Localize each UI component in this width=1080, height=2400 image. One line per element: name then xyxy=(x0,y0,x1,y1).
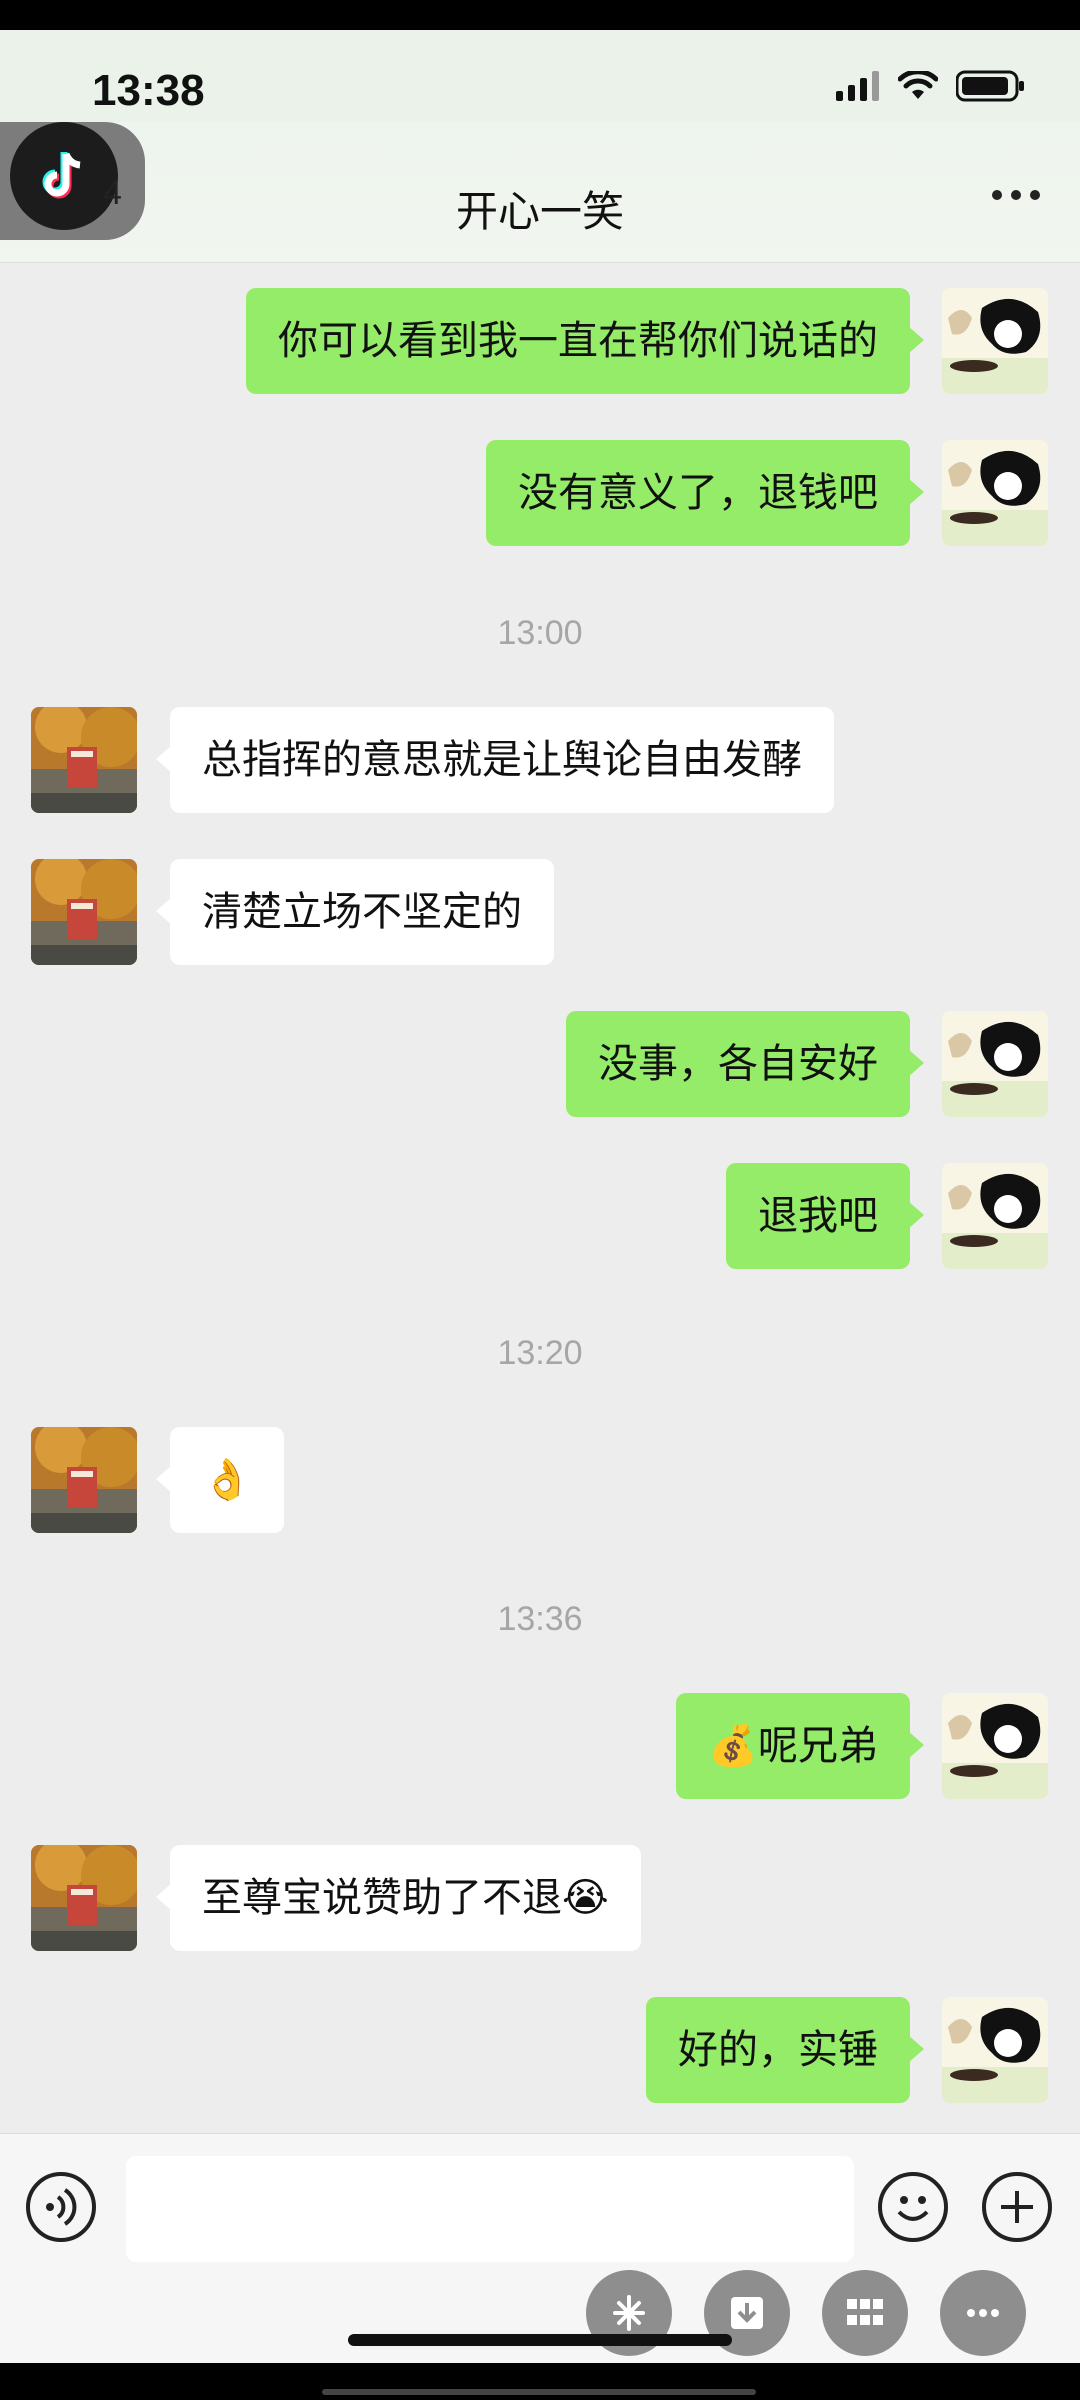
my-avatar[interactable] xyxy=(942,1693,1048,1799)
message-bubble-other[interactable]: 👌 xyxy=(156,1427,284,1533)
gesture-bar xyxy=(322,2389,756,2395)
input-bar xyxy=(0,2133,1080,2364)
message-input[interactable] xyxy=(126,2156,854,2262)
download-icon xyxy=(731,2297,763,2329)
message-bubble-mine[interactable]: 没有意义了，退钱吧 xyxy=(486,440,924,546)
grid-icon xyxy=(847,2299,883,2325)
my-avatar[interactable] xyxy=(942,1011,1048,1117)
chat-header: 4 开心一笑 xyxy=(0,122,1080,263)
message-bubble-other[interactable]: 总指挥的意思就是让舆论自由发酵 xyxy=(156,707,834,813)
message-bubble-mine[interactable]: 退我吧 xyxy=(726,1163,924,1269)
contact-avatar[interactable] xyxy=(31,707,137,813)
contact-avatar[interactable] xyxy=(31,859,137,965)
voice-input-button[interactable] xyxy=(26,2172,96,2242)
more-options-button[interactable] xyxy=(992,190,1040,200)
my-avatar[interactable] xyxy=(942,288,1048,394)
status-icons xyxy=(836,70,1026,102)
contact-avatar[interactable] xyxy=(31,1427,137,1533)
smiley-icon xyxy=(897,2196,929,2221)
message-bubble-other[interactable]: 至尊宝说赞助了不退😭 xyxy=(156,1845,641,1951)
my-avatar[interactable] xyxy=(942,1163,1048,1269)
message-bubble-mine[interactable]: 💰呢兄弟 xyxy=(676,1693,924,1799)
message-bubble-mine[interactable]: 没事，各自安好 xyxy=(566,1011,924,1117)
my-avatar[interactable] xyxy=(942,1997,1048,2103)
message-bubble-other[interactable]: 清楚立场不坚定的 xyxy=(156,859,554,965)
message-timestamp: 13:20 xyxy=(497,1334,583,1372)
floating-button-grid[interactable] xyxy=(822,2270,908,2356)
voice-icon xyxy=(46,2188,77,2226)
message-timestamp: 13:36 xyxy=(497,1600,583,1638)
dot-icon xyxy=(992,190,1002,200)
battery-icon xyxy=(956,70,1024,102)
more-actions-button[interactable] xyxy=(982,2172,1052,2242)
signal-icon xyxy=(836,71,879,101)
emoji-button[interactable] xyxy=(878,2172,948,2242)
chat-title: 开心一笑 xyxy=(455,187,624,236)
wifi-icon xyxy=(898,71,938,99)
dot-icon xyxy=(1011,190,1021,200)
top-black-strip xyxy=(0,0,1080,30)
sparkle-icon xyxy=(613,2295,645,2331)
my-avatar[interactable] xyxy=(942,440,1048,546)
dot-icon xyxy=(1030,190,1040,200)
floating-button-more[interactable] xyxy=(940,2270,1026,2356)
ellipsis-icon xyxy=(967,2309,999,2317)
status-time: 13:38 xyxy=(92,66,205,115)
message-timestamp: 13:00 xyxy=(497,614,583,652)
message-bubble-mine[interactable]: 好的，实锤 xyxy=(646,1997,924,2103)
home-indicator xyxy=(348,2334,732,2346)
contact-avatar[interactable] xyxy=(31,1845,137,1951)
plus-icon xyxy=(1001,2191,1033,2223)
message-bubble-mine[interactable]: 你可以看到我一直在帮你们说话的 xyxy=(246,288,924,394)
status-bar: 13:38 xyxy=(0,30,1080,122)
